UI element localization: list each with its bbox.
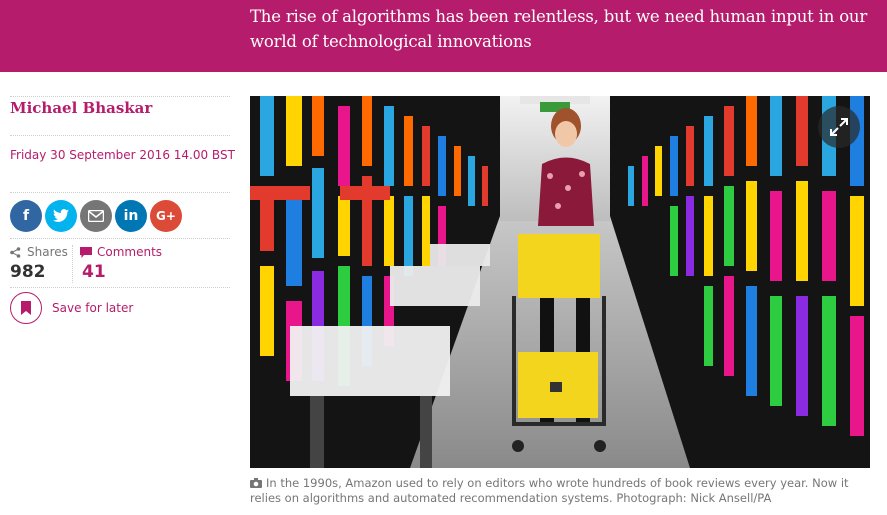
email-share-button[interactable] (80, 200, 112, 232)
divider (10, 192, 230, 193)
caption-text: In the 1990s, Amazon used to rely on edi… (250, 476, 849, 505)
article-main-image (250, 96, 870, 468)
shares-count: 982 (10, 262, 46, 282)
image-caption: In the 1990s, Amazon used to rely on edi… (250, 476, 870, 506)
standfirst-text: The rise of algorithms has been relentle… (250, 7, 868, 51)
save-for-later-button[interactable]: Save for later (10, 292, 133, 324)
author-link[interactable]: Michael Bhaskar (10, 99, 152, 117)
expand-icon (830, 118, 848, 136)
standfirst-banner: The rise of algorithms has been relentle… (0, 0, 887, 72)
twitter-share-button[interactable] (45, 200, 77, 232)
linkedin-icon: in (123, 208, 139, 224)
comments-count[interactable]: 41 (82, 262, 106, 282)
facebook-share-button[interactable]: f (10, 200, 42, 232)
share-buttons: f in G+ (10, 200, 182, 232)
divider (10, 238, 230, 239)
camera-icon (250, 478, 262, 488)
warehouse-photo (250, 96, 870, 468)
comment-icon (80, 246, 92, 258)
googleplus-share-button[interactable]: G+ (150, 200, 182, 232)
linkedin-share-button[interactable]: in (115, 200, 147, 232)
twitter-icon (53, 209, 69, 222)
share-icon (10, 246, 21, 258)
divider (10, 135, 230, 136)
comments-link[interactable]: Comments (80, 245, 162, 259)
email-icon (88, 210, 104, 222)
divider (10, 96, 230, 97)
save-for-later-label: Save for later (52, 301, 134, 315)
publication-date: Friday 30 September 2016 14.00 BST (10, 148, 235, 162)
facebook-icon: f (22, 208, 30, 224)
divider (72, 245, 73, 283)
bookmark-icon (21, 301, 31, 315)
googleplus-icon: G+ (156, 209, 176, 223)
expand-image-button[interactable] (818, 106, 860, 148)
shares-label: Shares (10, 245, 68, 259)
divider (10, 287, 230, 288)
